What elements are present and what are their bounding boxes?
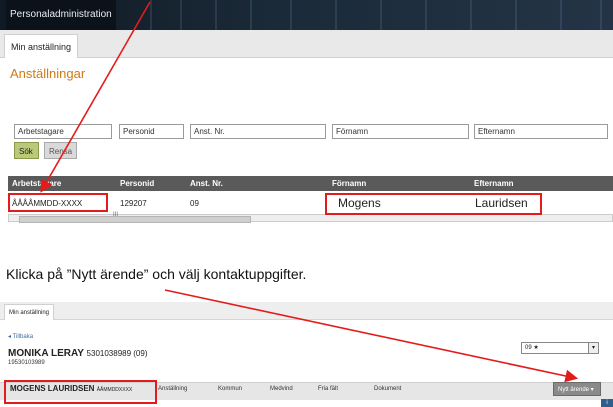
- arrow-to-arbetstagare: [40, 1, 151, 193]
- arrow-to-nytt-arende: [164, 289, 579, 383]
- annotation-arrows: [40, 1, 579, 383]
